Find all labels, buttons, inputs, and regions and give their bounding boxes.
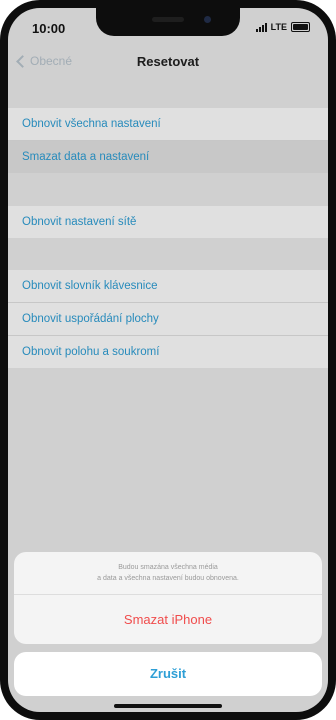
navigation-bar: Obecné Resetovat <box>8 48 328 78</box>
page-title: Resetovat <box>136 54 200 69</box>
reset-home-screen-layout-item[interactable]: Obnovit uspořádání plochy <box>8 303 328 336</box>
erase-iphone-button[interactable]: Smazat iPhone <box>14 595 322 644</box>
phone-frame: 10:00 LTE Obecné Resetovat Obnovit všech… <box>0 0 336 720</box>
network-group: Obnovit nastavení sítě <box>8 206 328 238</box>
action-sheet: Budou smazána všechna média a data a vše… <box>14 552 322 644</box>
cellular-signal-icon <box>255 22 267 32</box>
status-time: 10:00 <box>32 21 66 36</box>
other-reset-group: Obnovit slovník klávesnice Obnovit uspoř… <box>8 270 328 368</box>
reset-network-settings-item[interactable]: Obnovit nastavení sítě <box>8 206 328 238</box>
action-sheet-message-line-2: a data a všechna nastavení budou obnoven… <box>97 575 239 582</box>
reset-keyboard-dictionary-item[interactable]: Obnovit slovník klávesnice <box>8 270 328 303</box>
front-camera <box>204 16 211 23</box>
erase-all-content-item[interactable]: Smazat data a nastavení <box>8 141 328 173</box>
network-type: LTE <box>270 22 287 32</box>
battery-icon <box>291 22 310 32</box>
action-sheet-message-line-1: Budou smazána všechna média <box>118 564 218 571</box>
notch <box>96 8 240 36</box>
speaker-grille <box>152 17 184 22</box>
reset-group: Obnovit všechna nastavení Smazat data a … <box>8 108 328 173</box>
screen: 10:00 LTE Obecné Resetovat Obnovit všech… <box>8 8 328 712</box>
cancel-button[interactable]: Zrušit <box>14 652 322 696</box>
reset-all-settings-item[interactable]: Obnovit všechna nastavení <box>8 108 328 141</box>
reset-location-privacy-item[interactable]: Obnovit polohu a soukromí <box>8 336 328 368</box>
status-indicators: LTE <box>255 22 310 32</box>
home-indicator <box>114 704 222 708</box>
action-sheet-message: Budou smazána všechna média a data a vše… <box>14 552 322 595</box>
